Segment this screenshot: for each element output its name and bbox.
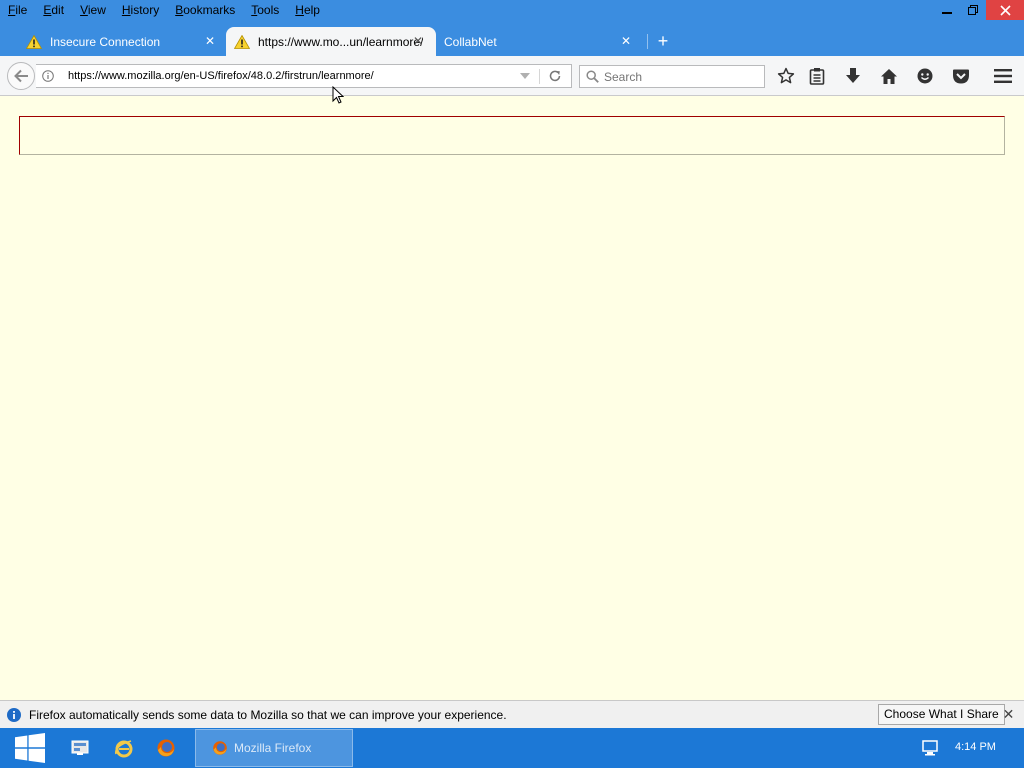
- pocket-button[interactable]: [951, 66, 971, 86]
- menu-history[interactable]: History: [114, 0, 167, 20]
- mouse-pointer-icon: [332, 86, 344, 104]
- window-titlebar: File Edit View History Bookmarks Tools H…: [0, 0, 1024, 27]
- start-button[interactable]: [10, 728, 50, 768]
- minimize-button[interactable]: [934, 0, 960, 20]
- warning-icon: [26, 34, 42, 49]
- tab-close-icon[interactable]: ✕: [204, 35, 216, 47]
- home-icon: [881, 68, 897, 84]
- window-controls: [934, 0, 1024, 20]
- tab-close-icon[interactable]: ✕: [412, 35, 424, 47]
- close-window-button[interactable]: [986, 0, 1024, 20]
- close-icon[interactable]: ✕: [1002, 707, 1015, 721]
- menu-bar: File Edit View History Bookmarks Tools H…: [0, 0, 328, 20]
- internet-explorer-icon: [115, 740, 133, 758]
- tab-title: CollabNet: [444, 34, 497, 49]
- warning-icon: [234, 34, 250, 49]
- search-bar[interactable]: [579, 65, 765, 88]
- choose-what-i-share-button[interactable]: Choose What I Share: [878, 704, 1005, 725]
- taskbar-firefox[interactable]: [152, 728, 180, 768]
- clipboard-icon: [809, 68, 825, 85]
- restore-button[interactable]: [960, 0, 986, 20]
- url-bar[interactable]: https://www.mozilla.org/en-US/firefox/48…: [36, 64, 572, 88]
- taskbar-internet-explorer[interactable]: [110, 728, 138, 768]
- open-menu-button[interactable]: [993, 66, 1013, 86]
- navigation-toolbar: https://www.mozilla.org/en-US/firefox/48…: [0, 56, 1024, 96]
- back-button[interactable]: [7, 62, 35, 90]
- url-separator: [539, 69, 540, 84]
- notification-message: Firefox automatically sends some data to…: [29, 708, 507, 722]
- taskbar: Mozilla Firefox 4:14 PM: [0, 728, 1024, 768]
- page-content: [0, 96, 1024, 700]
- taskbar-server-manager[interactable]: [66, 728, 94, 768]
- firefox-icon: [213, 741, 227, 755]
- url-text[interactable]: https://www.mozilla.org/en-US/firefox/48…: [68, 70, 374, 82]
- content-frame: [19, 116, 1005, 155]
- search-icon: [586, 70, 599, 83]
- tab-collabnet[interactable]: CollabNet ✕: [436, 27, 644, 56]
- tab-title: Insecure Connection: [50, 34, 161, 49]
- tab-separator: [647, 34, 648, 49]
- bookmarks-menu-button[interactable]: [807, 66, 827, 86]
- system-clock[interactable]: 4:14 PM: [955, 741, 996, 753]
- restore-icon: [968, 5, 978, 15]
- pocket-icon: [953, 69, 969, 83]
- minimize-icon: [942, 12, 952, 14]
- url-history-dropdown-icon[interactable]: [520, 73, 530, 79]
- tab-strip: Insecure Connection ✕ https://www.mo...u…: [0, 27, 1024, 56]
- home-button[interactable]: [879, 66, 899, 86]
- new-tab-button[interactable]: +: [654, 27, 672, 56]
- downloads-button[interactable]: [843, 66, 863, 86]
- back-arrow-icon: [14, 69, 28, 83]
- hello-button[interactable]: [915, 66, 935, 86]
- notification-bar: Firefox automatically sends some data to…: [0, 700, 1024, 728]
- taskbar-window-label: Mozilla Firefox: [234, 741, 312, 755]
- star-icon: [777, 67, 795, 84]
- menu-bookmarks[interactable]: Bookmarks: [167, 0, 243, 20]
- close-icon: [999, 4, 1011, 16]
- server-manager-icon: [71, 740, 89, 755]
- menu-view[interactable]: View: [72, 0, 114, 20]
- taskbar-active-window[interactable]: Mozilla Firefox: [195, 729, 353, 767]
- search-input[interactable]: [604, 68, 754, 85]
- firefox-icon: [157, 739, 175, 757]
- tab-insecure-connection[interactable]: Insecure Connection ✕: [18, 27, 228, 56]
- network-tray-button[interactable]: [918, 728, 942, 768]
- plus-icon: +: [657, 31, 669, 51]
- info-icon: [7, 708, 21, 722]
- info-icon[interactable]: [42, 70, 54, 82]
- bookmark-star-button[interactable]: [776, 66, 796, 86]
- menu-edit[interactable]: Edit: [35, 0, 72, 20]
- hamburger-menu-icon: [994, 69, 1012, 83]
- windows-logo-icon: [15, 733, 45, 763]
- tab-close-icon[interactable]: ✕: [620, 35, 632, 47]
- menu-file[interactable]: File: [0, 0, 35, 20]
- menu-tools[interactable]: Tools: [243, 0, 287, 20]
- menu-help[interactable]: Help: [287, 0, 328, 20]
- download-arrow-icon: [846, 68, 860, 83]
- network-icon: [922, 740, 938, 756]
- tab-learnmore[interactable]: https://www.mo...un/learnmore/ ✕: [226, 27, 436, 56]
- tab-title: https://www.mo...un/learnmore/: [258, 34, 424, 49]
- reload-icon[interactable]: [548, 69, 562, 83]
- chat-smiley-icon: [917, 68, 933, 84]
